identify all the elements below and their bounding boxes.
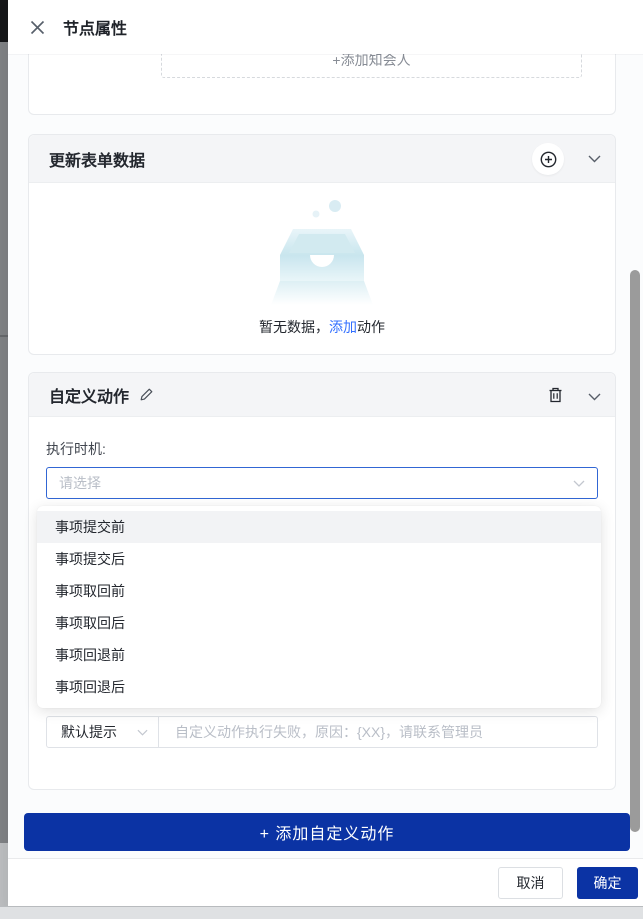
node-properties-drawer: 节点属性 +添加知会人 更新表单数据 暂无数据，添加动作 自定义动作 执行时机:… (8, 0, 643, 919)
dropdown-option[interactable]: 事项取回前 (37, 575, 601, 607)
dropdown-option[interactable]: 事项回退前 (37, 639, 601, 671)
collapse-chevron-down-icon[interactable] (586, 389, 602, 405)
drawer-title: 节点属性 (63, 21, 128, 38)
add-cc-button[interactable]: +添加知会人 (161, 54, 582, 78)
backdrop-topbar (0, 0, 8, 42)
add-custom-action-button[interactable]: + 添加自定义动作 (24, 813, 630, 851)
failure-tip-row: 默认提示 自定义动作执行失败，原因：{XX}，请联系管理员 (46, 716, 598, 748)
update-form-card: 更新表单数据 暂无数据，添加动作 (28, 134, 616, 355)
page-backdrop (0, 0, 8, 919)
backdrop-divider (0, 335, 8, 337)
add-update-rule-button[interactable] (532, 143, 564, 175)
drawer-scroll-area: +添加知会人 更新表单数据 暂无数据，添加动作 自定义动作 执行时机: 请选择 … (8, 54, 643, 858)
update-form-empty-state: 暂无数据，添加动作 (29, 183, 615, 337)
timing-select-placeholder: 请选择 (59, 475, 101, 491)
timing-label: 执行时机: (46, 441, 106, 457)
update-form-card-header: 更新表单数据 (29, 135, 615, 183)
edit-pencil-icon[interactable] (139, 387, 154, 402)
plus-circle-icon (540, 151, 556, 167)
tip-message-input[interactable]: 自定义动作执行失败，原因：{XX}，请联系管理员 (159, 716, 598, 748)
tip-input-placeholder: 自定义动作执行失败，原因：{XX}，请联系管理员 (175, 724, 484, 740)
close-icon[interactable] (28, 18, 46, 36)
scrollbar-thumb[interactable] (630, 270, 640, 832)
dropdown-option[interactable]: 事项回退后 (37, 671, 601, 703)
empty-text-suffix: 动作 (357, 319, 385, 335)
cancel-button[interactable]: 取消 (498, 866, 563, 899)
dropdown-option[interactable]: 事项提交后 (37, 543, 601, 575)
timing-select[interactable]: 请选择 (46, 467, 598, 499)
tip-type-value: 默认提示 (61, 724, 117, 740)
collapse-chevron-down-icon[interactable] (586, 151, 602, 167)
empty-box-illustration (271, 200, 373, 305)
timing-options-dropdown: 事项提交前 事项提交后 事项取回前 事项取回后 事项回退前 事项回退后 (37, 506, 601, 708)
dropdown-option[interactable]: 事项取回后 (37, 607, 601, 639)
select-chevron-down-icon (573, 480, 585, 487)
update-form-title: 更新表单数据 (49, 152, 146, 170)
tip-type-select[interactable]: 默认提示 (46, 716, 159, 748)
drawer-footer: 取消 确定 (8, 858, 643, 906)
custom-action-card-header: 自定义动作 (29, 373, 615, 417)
empty-text-prefix: 暂无数据， (259, 319, 329, 335)
custom-action-body: 执行时机: 请选择 (29, 439, 615, 499)
delete-trash-icon[interactable] (547, 387, 563, 403)
empty-state-text: 暂无数据，添加动作 (259, 317, 385, 337)
select-chevron-down-icon (137, 729, 148, 736)
add-action-link[interactable]: 添加 (329, 319, 357, 335)
dropdown-option[interactable]: 事项提交前 (37, 511, 601, 543)
custom-action-title: 自定义动作 (49, 388, 130, 406)
drawer-overlay-page: 节点属性 +添加知会人 更新表单数据 暂无数据，添加动作 自定义动作 执行时机:… (0, 0, 643, 919)
cc-card: +添加知会人 (28, 54, 616, 115)
page-bottom-strip (0, 906, 643, 919)
confirm-button[interactable]: 确定 (577, 866, 638, 899)
drawer-header: 节点属性 (8, 0, 643, 54)
